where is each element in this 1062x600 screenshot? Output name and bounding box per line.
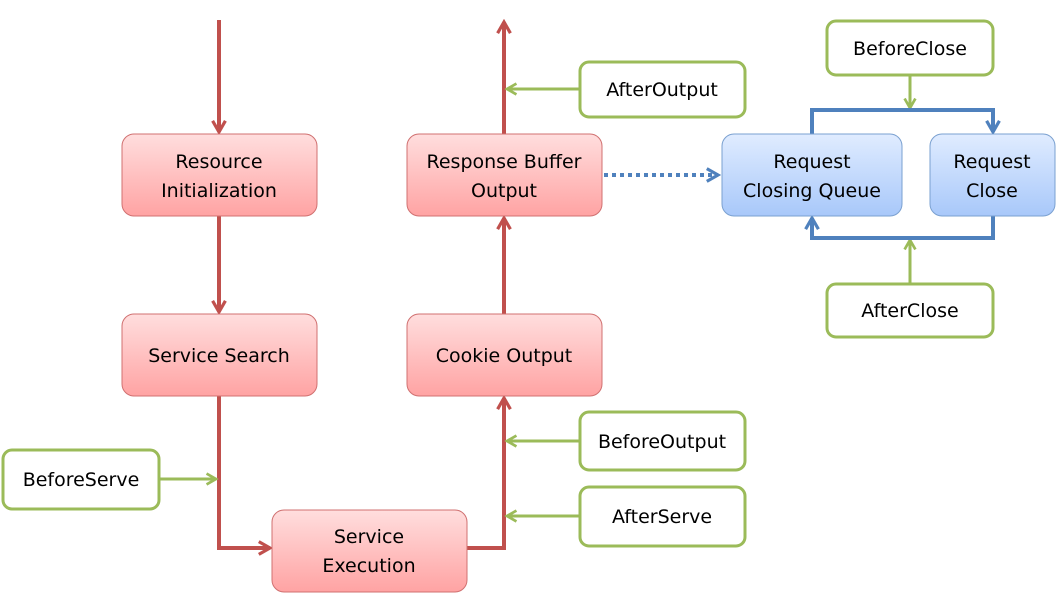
label: BeforeClose (853, 38, 967, 60)
hook-after-close: AfterClose (825, 282, 995, 339)
hook-after-serve: AfterServe (578, 485, 747, 548)
hook-before-serve: BeforeServe (1, 448, 161, 511)
label: Initialization (161, 180, 277, 202)
node-request-closing-queue: Request Closing Queue (721, 133, 903, 217)
label: Execution (322, 555, 415, 577)
node-service-search: Service Search (121, 313, 318, 397)
hook-before-output: BeforeOutput (578, 410, 747, 472)
label: Cookie Output (436, 345, 573, 367)
node-response-buffer-output: Response Buffer Output (406, 133, 603, 217)
node-cookie-output: Cookie Output (406, 313, 603, 397)
hook-before-close: BeforeClose (825, 19, 995, 77)
arrow-queue-to-close (810, 108, 1001, 136)
request-lifecycle-diagram: Resource Initialization Service Search S… (1, 18, 1056, 593)
label: Request (773, 151, 850, 173)
node-resource-initialization: Resource Initialization (121, 133, 318, 217)
hook-after-output: AfterOutput (578, 60, 747, 119)
arrow-search-to-execution (217, 396, 274, 556)
label: Service Search (148, 345, 290, 367)
label: BeforeOutput (598, 431, 726, 453)
arrow-execution-to-cookie (467, 394, 512, 550)
arrow-close-to-queue (804, 214, 995, 240)
main-flow-arrows (211, 18, 512, 556)
label: AfterServe (612, 506, 712, 528)
label: Service (334, 526, 404, 548)
label: AfterClose (861, 300, 958, 322)
label: Request (953, 151, 1030, 173)
label: Closing Queue (743, 180, 881, 202)
node-service-execution: Service Execution (271, 509, 468, 593)
label: Close (966, 180, 1018, 202)
label: Output (471, 180, 537, 202)
label: Resource (175, 151, 262, 173)
node-request-close: Request Close (929, 133, 1056, 217)
label: BeforeServe (23, 469, 140, 491)
label: AfterOutput (606, 79, 718, 101)
label: Response Buffer (427, 151, 582, 173)
